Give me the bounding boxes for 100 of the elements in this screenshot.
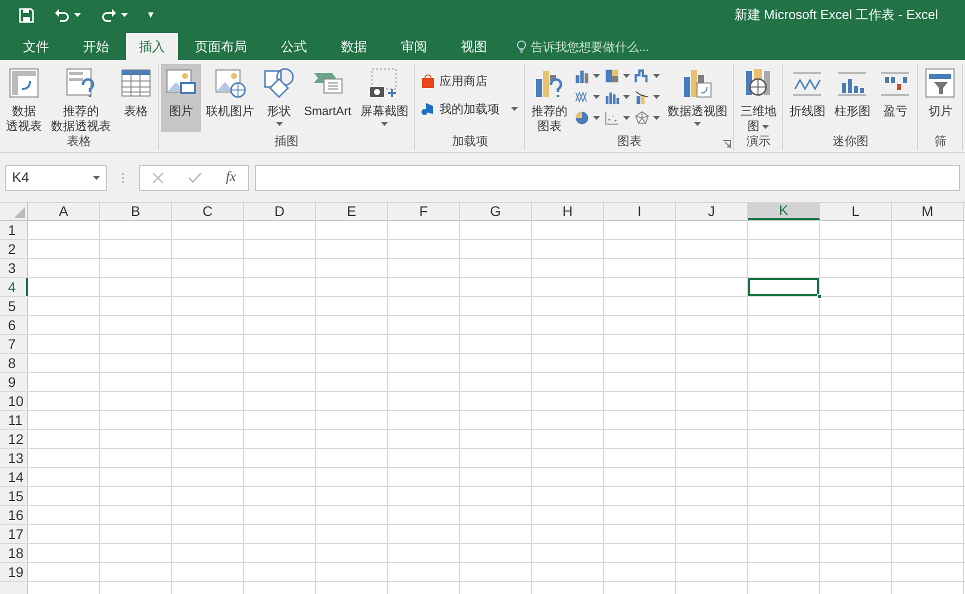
caret-icon <box>694 122 701 126</box>
shopping-bag-icon <box>421 74 436 88</box>
row-header[interactable]: 1 <box>0 221 28 239</box>
online-picture-icon <box>214 67 246 99</box>
row-header[interactable]: 9 <box>0 373 28 391</box>
column-header[interactable]: L <box>820 203 892 220</box>
column-header[interactable]: M <box>892 203 964 220</box>
tell-me-field[interactable]: 告诉我您想要做什么... <box>504 33 650 60</box>
caret-icon <box>93 176 100 180</box>
hierarchy-chart-icon <box>604 68 620 84</box>
grip-icon <box>121 170 125 184</box>
row-header[interactable]: 8 <box>0 354 28 372</box>
row-header[interactable]: 10 <box>0 392 28 410</box>
column-header[interactable]: E <box>316 203 388 220</box>
caret-icon <box>653 74 660 78</box>
cancel-icon[interactable] <box>152 172 164 184</box>
row-header[interactable]: 2 <box>0 240 28 258</box>
ribbon-tab[interactable]: 文件 <box>6 33 66 60</box>
ribbon-tab[interactable]: 页面布局 <box>178 33 264 60</box>
ribbon-tab[interactable]: 数据 <box>324 33 384 60</box>
group-label: 筛 <box>934 133 946 150</box>
undo-icon <box>54 8 70 22</box>
ribbon-button[interactable]: 我的加载项 <box>421 100 518 118</box>
pie-chart-icon <box>574 110 590 126</box>
cube-icon <box>421 102 436 116</box>
redo-icon <box>101 8 117 22</box>
caret-icon <box>623 116 630 120</box>
row-header[interactable]: 14 <box>0 468 28 486</box>
row-header[interactable]: 16 <box>0 506 28 524</box>
ribbon-tab[interactable]: 审阅 <box>384 33 444 60</box>
row-header[interactable]: 13 <box>0 449 28 467</box>
radar-chart-icon <box>634 110 650 126</box>
row-header[interactable]: 12 <box>0 430 28 448</box>
caret-icon <box>593 95 600 99</box>
table-icon <box>120 67 152 99</box>
formula-input-field[interactable] <box>255 164 960 190</box>
pivot-chart-icon <box>681 67 714 99</box>
save-icon[interactable] <box>19 8 34 22</box>
column-header[interactable]: K <box>748 203 820 220</box>
row-header[interactable]: 7 <box>0 335 28 353</box>
group-label: 迷你图 <box>832 133 868 150</box>
customize-toolbar-button[interactable]: ▾ <box>148 10 154 20</box>
group-label: 图表 <box>617 133 642 150</box>
row-header[interactable]: 5 <box>0 297 28 315</box>
ribbon-tab[interactable]: 开始 <box>66 33 126 60</box>
combo-chart-icon <box>634 89 650 105</box>
column-header[interactable]: B <box>100 203 172 220</box>
column-header[interactable]: H <box>532 203 604 220</box>
row-header[interactable]: 6 <box>0 316 28 334</box>
select-all-icon[interactable] <box>14 207 25 218</box>
column-header[interactable]: D <box>244 203 316 220</box>
lightbulb-icon <box>516 40 527 54</box>
ribbon-tab[interactable]: 插入 <box>126 33 178 60</box>
column-header[interactable]: I <box>604 203 676 220</box>
redo-button[interactable] <box>101 8 128 22</box>
ribbon-tab[interactable]: 视图 <box>444 33 504 60</box>
row-header[interactable]: 18 <box>0 544 28 562</box>
ribbon-tab[interactable]: 公式 <box>264 33 324 60</box>
group-label: 演示 <box>746 133 770 150</box>
pivot-table-icon <box>8 67 40 99</box>
group-label: 加载项 <box>452 133 488 150</box>
window-title: 新建 Microsoft Excel 工作表 - Excel <box>734 6 939 24</box>
row-header[interactable]: 17 <box>0 525 28 543</box>
active-cell[interactable] <box>748 278 820 296</box>
caret-icon <box>276 122 282 126</box>
row-header[interactable]: 15 <box>0 487 28 505</box>
row-header[interactable]: 3 <box>0 259 28 277</box>
column-header[interactable]: F <box>388 203 460 220</box>
caret-icon <box>511 107 518 111</box>
pivot-question-icon <box>65 67 97 99</box>
scatter-chart-icon <box>604 110 620 126</box>
fill-handle-icon[interactable] <box>817 294 822 299</box>
column-header[interactable]: C <box>172 203 244 220</box>
row-header[interactable]: 11 <box>0 411 28 429</box>
name-box[interactable]: K4 <box>5 164 107 190</box>
checkmark-icon[interactable] <box>188 172 202 184</box>
caret-icon <box>593 116 600 120</box>
waterfall-chart-icon <box>634 68 650 84</box>
caret-icon <box>121 13 128 17</box>
column-chart-icon <box>574 68 590 84</box>
caret-icon <box>653 116 660 120</box>
column-header[interactable]: A <box>28 203 100 220</box>
waterfall-chart-button[interactable] <box>632 68 662 84</box>
caret-icon <box>623 95 630 99</box>
caret-icon <box>762 124 770 128</box>
caret-icon <box>653 95 660 99</box>
caret-icon <box>593 74 600 78</box>
group-label: 表格 <box>67 133 91 150</box>
caret-icon <box>380 122 388 126</box>
caret-icon <box>623 74 630 78</box>
caret-icon <box>74 13 81 17</box>
column-header[interactable]: G <box>460 203 532 220</box>
row-header[interactable]: 19 <box>0 563 28 581</box>
row-header[interactable]: 4 <box>0 278 28 296</box>
insert-function-button[interactable]: fx <box>226 167 236 188</box>
slicer-icon <box>924 67 956 99</box>
dialog-launcher-icon[interactable] <box>723 140 732 148</box>
ribbon-button[interactable]: 图片 <box>161 64 201 132</box>
group-label: 插图 <box>274 133 299 150</box>
undo-button[interactable] <box>54 8 81 22</box>
